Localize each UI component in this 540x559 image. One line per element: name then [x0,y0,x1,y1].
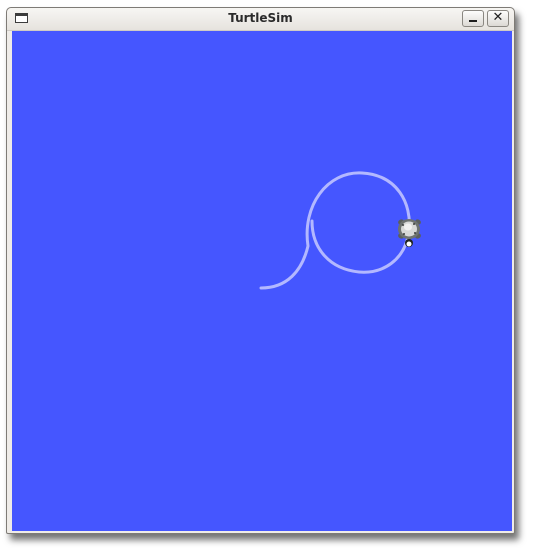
drawing-area [259,171,421,290]
title-bar[interactable]: TurtleSim ✕ [7,8,514,31]
minimize-button[interactable] [462,10,484,27]
turtle-trail [259,171,411,290]
close-button[interactable]: ✕ [487,10,509,27]
minimize-icon [469,20,477,22]
turtle-canvas[interactable] [12,31,512,531]
turtle-icon [398,219,421,247]
close-icon: ✕ [492,10,504,25]
turtlesim-window: TurtleSim ✕ [6,7,515,534]
window-title: TurtleSim [228,11,293,25]
